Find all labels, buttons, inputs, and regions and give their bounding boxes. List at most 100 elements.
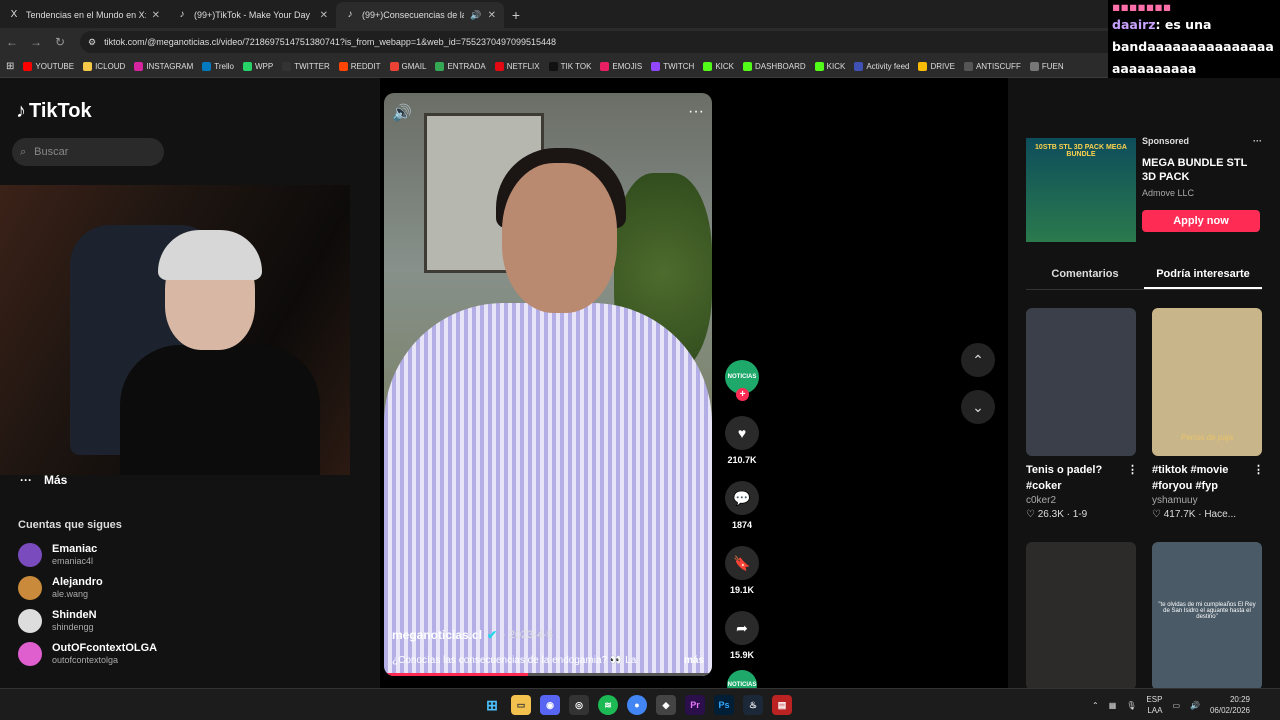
bookmark-icon bbox=[742, 62, 752, 71]
site-info-icon[interactable]: ⚙ bbox=[88, 37, 96, 48]
reload-icon[interactable]: ↻ bbox=[48, 35, 72, 49]
photoshop-icon[interactable]: Ps bbox=[714, 695, 734, 715]
video-progress-bar[interactable] bbox=[384, 673, 712, 676]
app-icon[interactable]: ◆ bbox=[656, 695, 676, 715]
bookmark-icon bbox=[548, 62, 558, 71]
browser-tab-3[interactable]: ♪ (99+)Consecuencias de la E 🔊 ✕ bbox=[336, 2, 504, 28]
new-tab-button[interactable]: + bbox=[504, 2, 528, 28]
more-menu-item[interactable]: ··· Más bbox=[20, 473, 67, 487]
ad-image[interactable]: 10STB STL 3D PACK MEGA BUNDLE bbox=[1026, 138, 1136, 242]
chevron-down-icon[interactable]: ⌄ bbox=[961, 390, 995, 424]
account-handle: shindengg bbox=[52, 622, 94, 632]
windows-start-icon[interactable]: ⊞ bbox=[482, 695, 502, 715]
voicemeeter-icon[interactable]: ▤ bbox=[772, 695, 792, 715]
video-thumbnail[interactable]: "te olvidas de mi cumpleaños El Rey de S… bbox=[1152, 542, 1262, 690]
bookmark-item[interactable]: NETFLIX bbox=[494, 62, 540, 71]
bookmark-item[interactable]: ANTISCUFF bbox=[963, 62, 1021, 71]
suggested-video-card[interactable]: Perros de paja #tiktok #movie #foryou #fy… bbox=[1152, 308, 1264, 520]
bookmark-item[interactable]: Trello bbox=[202, 62, 234, 71]
display-icon[interactable]: ▭ bbox=[1172, 701, 1180, 710]
flag-icon[interactable]: ▦ bbox=[1109, 701, 1117, 710]
search-input[interactable]: ⌕ Buscar bbox=[12, 138, 164, 166]
close-icon[interactable]: ✕ bbox=[152, 10, 160, 21]
chevron-up-icon[interactable]: ⌃ bbox=[1092, 701, 1099, 710]
bookmark-item[interactable]: INSTAGRAM bbox=[134, 62, 193, 71]
back-icon[interactable]: ← bbox=[0, 35, 24, 49]
sponsored-ad[interactable]: 10STB STL 3D PACK MEGA BUNDLE Sponsored ·… bbox=[1026, 136, 1262, 246]
close-icon[interactable]: ✕ bbox=[488, 10, 496, 21]
spotify-icon[interactable]: ≋ bbox=[598, 695, 618, 715]
chrome-icon[interactable]: ● bbox=[627, 695, 647, 715]
more-link[interactable]: más bbox=[684, 655, 704, 666]
premiere-icon[interactable]: Pr bbox=[685, 695, 705, 715]
search-icon: ⌕ bbox=[20, 145, 27, 158]
browser-tab-bar: X Tendencias en el Mundo en X: T ✕ ♪ (99… bbox=[0, 0, 1280, 28]
speaker-icon[interactable]: 🔊 bbox=[470, 10, 481, 21]
bookmark-icon[interactable]: 🔖 bbox=[725, 546, 759, 580]
bookmark-item[interactable]: Activity feed bbox=[854, 62, 909, 71]
bookmark-item[interactable]: TWITTER bbox=[282, 62, 330, 71]
more-options-icon[interactable]: ⋮ bbox=[1127, 462, 1138, 494]
bookmark-item[interactable]: WPP bbox=[242, 62, 273, 71]
bookmark-item[interactable]: GMAIL bbox=[389, 62, 426, 71]
tiktok-logo[interactable]: ♪ TikTok bbox=[16, 100, 92, 123]
bookmark-item[interactable]: DASHBOARD bbox=[742, 62, 806, 71]
bookmark-item[interactable]: TIK TOK bbox=[548, 62, 591, 71]
bookmark-item[interactable]: KICK bbox=[814, 62, 845, 71]
forward-icon[interactable]: → bbox=[24, 35, 48, 49]
video-thumbnail[interactable] bbox=[1026, 308, 1136, 456]
tab-title: Tendencias en el Mundo en X: T bbox=[26, 10, 146, 20]
video-player[interactable]: 🔊 ··· meganoticias.cl ✔ · 2023-4-5 ¿Cono… bbox=[384, 93, 712, 676]
discord-icon[interactable]: ◉ bbox=[540, 695, 560, 715]
obs-icon[interactable]: ◎ bbox=[569, 695, 589, 715]
more-options-icon[interactable]: ⋮ bbox=[1253, 462, 1264, 494]
bookmark-item[interactable]: ENTRADA bbox=[435, 62, 486, 71]
apps-icon[interactable]: ⊞ bbox=[6, 61, 14, 72]
url-field[interactable]: ⚙ tiktok.com/@meganoticias.cl/video/7218… bbox=[80, 31, 1120, 53]
bookmark-item[interactable]: FUEN bbox=[1029, 62, 1064, 71]
file-explorer-icon[interactable]: ▭ bbox=[511, 695, 531, 715]
clock[interactable]: 20:29 06/02/2026 bbox=[1210, 694, 1250, 716]
microphone-icon[interactable]: 🎙 bbox=[1126, 701, 1136, 710]
progress-fill bbox=[384, 673, 529, 676]
language-indicator[interactable]: ESP LAA bbox=[1146, 694, 1162, 716]
share-icon[interactable]: ➦ bbox=[725, 611, 759, 645]
followed-account[interactable]: Alejandro ale.wang bbox=[18, 576, 103, 600]
browser-tab-1[interactable]: X Tendencias en el Mundo en X: T ✕ bbox=[0, 2, 168, 28]
bookmark-icon bbox=[918, 62, 928, 71]
more-options-icon[interactable]: ··· bbox=[1253, 136, 1262, 146]
tab-podria-interesarte[interactable]: Podría interesarte bbox=[1144, 268, 1262, 289]
speaker-icon[interactable]: 🔊 bbox=[1190, 701, 1200, 710]
follow-plus-icon[interactable]: + bbox=[736, 388, 749, 401]
chevron-up-icon[interactable]: ⌃ bbox=[961, 343, 995, 377]
chat-colon: : bbox=[1155, 17, 1165, 32]
bookmark-item[interactable]: KICK bbox=[703, 62, 734, 71]
suggested-video-card[interactable]: "te olvidas de mi cumpleaños El Rey de S… bbox=[1152, 542, 1264, 690]
bookmark-item[interactable]: YOUTUBE bbox=[23, 62, 74, 71]
video-author[interactable]: meganoticias.cl ✔ · 2023-4-5 bbox=[392, 628, 553, 642]
bookmark-icon bbox=[242, 62, 252, 71]
bookmark-item[interactable]: REDDIT bbox=[338, 62, 381, 71]
comment-icon[interactable]: 💬 bbox=[725, 481, 759, 515]
video-thumbnail[interactable] bbox=[1026, 542, 1136, 690]
heart-icon[interactable]: ♥ bbox=[725, 416, 759, 450]
followed-account[interactable]: OutOFcontextOLGA outofcontextolga bbox=[18, 642, 157, 666]
close-icon[interactable]: ✕ bbox=[320, 10, 328, 21]
suggested-video-card[interactable]: Tenis o padel? #coker ⋮ c0ker2 ♡ 26.3K · 1-… bbox=[1026, 308, 1138, 520]
creator-avatar[interactable]: NOTICIAS + bbox=[725, 360, 759, 401]
browser-tab-2[interactable]: ♪ (99+)TikTok - Make Your Day ✕ bbox=[168, 2, 336, 28]
followed-account[interactable]: ShindeN shindengg bbox=[18, 609, 97, 633]
bookmark-item[interactable]: EMOJIS bbox=[600, 62, 642, 71]
bookmark-item[interactable]: DRIVE bbox=[918, 62, 955, 71]
tab-comentarios[interactable]: Comentarios bbox=[1026, 268, 1144, 289]
video-thumbnail[interactable]: Perros de paja bbox=[1152, 308, 1262, 456]
bookmark-item[interactable]: TWITCH bbox=[651, 62, 694, 71]
bookmark-icon bbox=[494, 62, 504, 71]
volume-icon[interactable]: 🔊 bbox=[392, 103, 412, 123]
more-options-icon[interactable]: ··· bbox=[688, 103, 704, 123]
followed-account[interactable]: Emaniac emaniac4l bbox=[18, 543, 97, 567]
bookmark-item[interactable]: ICLOUD bbox=[83, 62, 125, 71]
apply-now-button[interactable]: Apply now bbox=[1142, 210, 1260, 232]
suggested-video-card[interactable] bbox=[1026, 542, 1138, 690]
steam-icon[interactable]: ♨ bbox=[743, 695, 763, 715]
